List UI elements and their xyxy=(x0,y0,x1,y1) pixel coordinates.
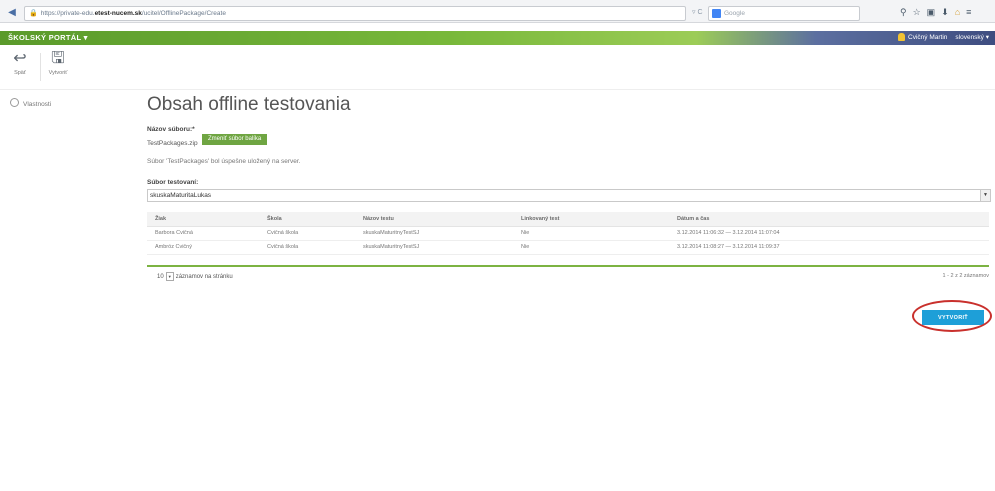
portal-header: ŠKOLSKÝ PORTÁL ▾ Cvičný Martin slovenský … xyxy=(0,31,995,45)
browser-back-icon[interactable]: ◀ xyxy=(4,6,20,20)
browser-toolbar: ◀ 🔒 https://private-edu.etest-nucem.sk/uc… xyxy=(0,0,995,23)
cell-datetime: 3.12.2014 11:06:32 — 3.12.2014 11:07:04 xyxy=(677,230,780,236)
create-button[interactable]: VYTVORIŤ xyxy=(922,310,984,325)
column-header-student[interactable]: Žiak xyxy=(155,212,166,226)
user-icon xyxy=(898,33,906,42)
create-toolbar-button[interactable]: 🖫 Vytvoriť xyxy=(44,50,72,76)
column-header-school[interactable]: Škola xyxy=(267,212,282,226)
table-footer-divider xyxy=(147,265,989,267)
cell-test-name: skuskaMaturitnyTestSJ xyxy=(363,244,420,250)
radio-icon[interactable] xyxy=(10,98,19,107)
results-table: Žiak Škola Názov testu Linkovaný test Dá… xyxy=(147,212,989,255)
bookmark-star-icon[interactable]: ☆ xyxy=(913,7,927,17)
clipboard-icon[interactable]: ▣ xyxy=(927,7,942,17)
cell-school: Cvičná škola xyxy=(267,230,299,236)
menu-icon[interactable]: ≡ xyxy=(966,7,977,17)
create-toolbar-label: Vytvoriť xyxy=(48,70,68,76)
records-summary: 1 - 2 z 2 záznamov xyxy=(942,273,989,279)
search-engine-icon xyxy=(712,9,721,18)
user-area: Cvičný Martin slovenský ▾ xyxy=(898,31,989,45)
cell-linked-test: Nie xyxy=(521,230,530,236)
lock-icon: 🔒 xyxy=(29,10,38,17)
change-package-button[interactable]: Zmeniť súbor balíka xyxy=(202,134,268,145)
back-arrow-icon: ↩ xyxy=(13,50,27,67)
sidebar-item-properties[interactable]: Vlastnosti xyxy=(10,98,51,110)
action-toolbar: ↩ Späť 🖫 Vytvoriť xyxy=(0,45,995,90)
column-header-test-name[interactable]: Názov testu xyxy=(363,212,394,226)
chevron-down-icon[interactable]: ▼ xyxy=(980,190,990,201)
sidebar-item-label: Vlastnosti xyxy=(23,101,52,108)
search-placeholder: Google xyxy=(724,10,745,17)
url-prefix: https://private-edu. xyxy=(40,10,95,17)
search-icon[interactable]: ⚲ xyxy=(900,7,913,17)
page-size-control: 10 ▼ záznamov na stránku xyxy=(157,272,233,282)
browser-search-input[interactable]: Google xyxy=(708,6,860,21)
cell-student: Ambróz Cvičný xyxy=(155,244,192,250)
test-file-value: skuskaMaturitaLukas xyxy=(150,192,212,199)
upload-success-message: Súbor 'TestPackages' bol úspešne uložený… xyxy=(147,158,301,165)
table-row[interactable]: Barbora Cvičná Cvičná škola skuskaMaturi… xyxy=(147,227,989,241)
column-header-linked-test[interactable]: Linkovaný test xyxy=(521,212,560,226)
cell-student: Barbora Cvičná xyxy=(155,230,193,236)
home-icon[interactable]: ⌂ xyxy=(955,7,966,17)
filename-value: TestPackages.zip xyxy=(147,140,198,147)
browser-tool-icons: ⚲☆▣⬇⌂≡ xyxy=(900,5,977,19)
cell-datetime: 3.12.2014 11:08:27 — 3.12.2014 11:09:37 xyxy=(677,244,780,250)
column-header-datetime[interactable]: Dátum a čas xyxy=(677,212,709,226)
table-pager: 10 ▼ záznamov na stránku 1 - 2 z 2 záznamo… xyxy=(147,271,989,283)
back-button-label: Späť xyxy=(14,70,26,76)
back-button[interactable]: ↩ Späť xyxy=(6,50,34,76)
page-size-value[interactable]: 10 xyxy=(157,274,164,280)
save-add-icon: 🖫 xyxy=(51,50,65,67)
cell-test-name: skuskaMaturitnyTestSJ xyxy=(363,230,420,236)
url-domain: etest-nucem.sk xyxy=(94,10,142,17)
toolbar-divider xyxy=(40,53,41,81)
cell-linked-test: Nie xyxy=(521,244,530,250)
page-size-suffix: záznamov na stránku xyxy=(175,274,233,281)
portal-title-menu[interactable]: ŠKOLSKÝ PORTÁL ▾ xyxy=(8,31,88,45)
test-file-select[interactable]: skuskaMaturitaLukas ▼ xyxy=(147,189,991,202)
url-path: /ucitel/OfflinePackage/Create xyxy=(141,10,226,17)
reload-icon[interactable]: ▿ C xyxy=(692,6,703,19)
user-name[interactable]: Cvičný Martin xyxy=(908,34,947,41)
test-file-label: Súbor testovaní: xyxy=(147,179,199,186)
table-header: Žiak Škola Názov testu Linkovaný test Dá… xyxy=(147,212,989,227)
cell-school: Cvičná škola xyxy=(267,244,299,250)
language-selector[interactable]: slovenský ▾ xyxy=(955,34,989,41)
address-bar[interactable]: 🔒 https://private-edu.etest-nucem.sk/ucit… xyxy=(24,6,686,21)
filename-label: Názov súboru:* xyxy=(147,126,195,133)
page-size-dropdown-icon[interactable]: ▼ xyxy=(165,272,174,281)
page-title: Obsah offline testovania xyxy=(147,94,351,115)
table-row[interactable]: Ambróz Cvičný Cvičná škola skuskaMaturit… xyxy=(147,241,989,255)
download-icon[interactable]: ⬇ xyxy=(941,7,955,17)
